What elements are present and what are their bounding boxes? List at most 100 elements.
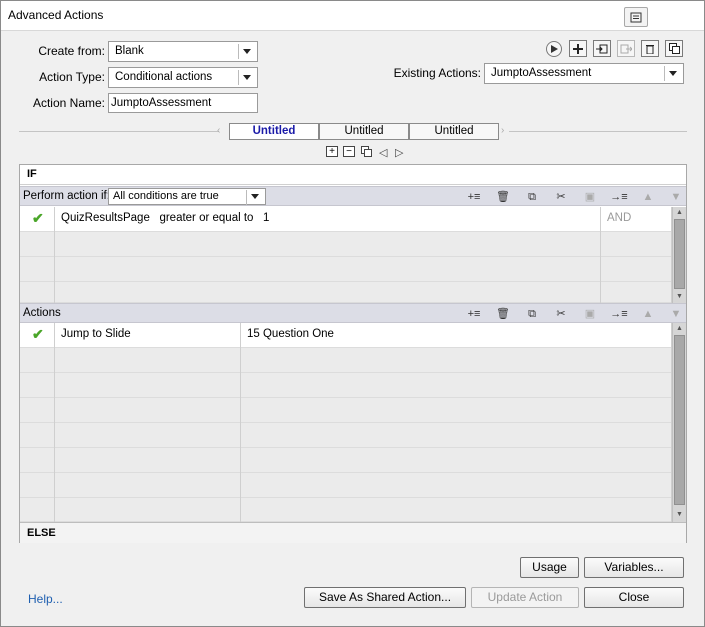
action-cell[interactable]: Jump to Slide xyxy=(55,323,241,348)
tab-decision-2[interactable]: Untitled xyxy=(319,123,409,140)
actions-label: Actions xyxy=(23,307,61,319)
paste-icon[interactable]: ▣ xyxy=(581,189,599,205)
chevron-down-icon xyxy=(251,194,259,199)
action-type-select[interactable]: Conditional actions xyxy=(108,67,258,88)
condition-logic-cell[interactable]: AND xyxy=(601,207,672,232)
decision-tabs: Untitled Untitled Untitled xyxy=(229,123,499,140)
insert-after-icon[interactable]: →≡ xyxy=(610,306,628,322)
scroll-thumb[interactable] xyxy=(674,219,685,289)
update-action-button[interactable]: Update Action xyxy=(471,587,579,608)
existing-actions-label: Existing Actions: xyxy=(393,66,481,80)
create-from-value: Blank xyxy=(115,45,144,57)
insert-row-icon[interactable]: +≡ xyxy=(465,189,483,205)
else-header[interactable]: ELSE xyxy=(20,522,686,543)
move-up-icon[interactable]: ▲ xyxy=(639,189,657,205)
insert-after-icon[interactable]: →≡ xyxy=(610,189,628,205)
conditions-panel: IF Perform action if: All conditions are… xyxy=(19,164,687,543)
table-row[interactable] xyxy=(20,473,672,498)
actions-bar: Actions +≡ 🗑 ⧉ ✂ ▣ →≡ ▲ ▼ xyxy=(20,303,686,323)
table-row[interactable] xyxy=(20,257,672,282)
condition-value: 1 xyxy=(263,212,270,224)
title-bar: Advanced Actions xyxy=(1,1,704,31)
perform-action-label: Perform action if: xyxy=(23,190,110,202)
paste-icon[interactable]: ▣ xyxy=(581,306,599,322)
copy-icon[interactable]: ⧉ xyxy=(523,306,541,322)
scroll-down-icon[interactable]: ▼ xyxy=(676,511,683,518)
copy-icon[interactable]: ⧉ xyxy=(523,189,541,205)
action-type-value: Conditional actions xyxy=(115,71,213,83)
trash-icon[interactable]: 🗑 xyxy=(494,306,512,322)
table-row[interactable] xyxy=(20,373,672,398)
insert-row-icon[interactable]: +≡ xyxy=(465,306,483,322)
existing-actions-select[interactable]: JumptoAssessment xyxy=(484,63,684,84)
action-target-cell[interactable]: 15 Question One xyxy=(241,323,672,348)
import-icon[interactable] xyxy=(593,40,611,57)
table-row[interactable] xyxy=(20,448,672,473)
trash-icon[interactable]: 🗑 xyxy=(494,189,512,205)
action-name-label: Action Name: xyxy=(32,96,105,110)
tab-scroll-left-icon[interactable]: ‹ xyxy=(217,125,220,136)
chevron-down-icon xyxy=(243,75,251,80)
create-from-label: Create from: xyxy=(38,44,105,58)
if-scrollbar[interactable]: ▲ ▼ xyxy=(672,207,686,303)
delete-icon[interactable] xyxy=(641,40,659,57)
if-header: IF xyxy=(20,165,686,185)
action-type-label: Action Type: xyxy=(39,70,105,84)
close-button[interactable]: Close xyxy=(584,587,684,608)
condition-cell[interactable]: QuizResultsPage greater or equal to 1 xyxy=(55,207,601,232)
scroll-thumb[interactable] xyxy=(674,335,685,505)
add-icon[interactable] xyxy=(569,40,587,57)
panel-menu-icon[interactable] xyxy=(624,7,648,27)
perform-action-bar: Perform action if: All conditions are tr… xyxy=(20,186,686,206)
table-row[interactable]: ✔ Jump to Slide 15 Question One xyxy=(20,323,672,348)
help-link[interactable]: Help... xyxy=(28,592,63,606)
divider xyxy=(19,131,219,132)
add-decision-icon[interactable]: + xyxy=(326,146,338,157)
variables-button[interactable]: Variables... xyxy=(584,557,684,578)
remove-decision-icon[interactable]: − xyxy=(343,146,355,157)
condition-variable: QuizResultsPage xyxy=(61,212,150,224)
tab-scroll-right-icon[interactable]: › xyxy=(501,125,504,136)
condition-operator: greater or equal to xyxy=(159,212,254,224)
table-row[interactable] xyxy=(20,498,672,522)
tab-decision-1[interactable]: Untitled xyxy=(229,123,319,140)
table-row[interactable] xyxy=(20,348,672,373)
checkmark-icon: ✔ xyxy=(32,326,44,342)
move-right-icon[interactable]: ▷ xyxy=(395,146,403,159)
existing-actions-value: JumptoAssessment xyxy=(491,67,592,79)
move-down-icon[interactable]: ▼ xyxy=(667,189,685,205)
tab-decision-3[interactable]: Untitled xyxy=(409,123,499,140)
copy-decision-icon[interactable] xyxy=(361,146,373,157)
advanced-actions-dialog: Advanced Actions Create from: Blank Acti… xyxy=(0,0,705,627)
chevron-down-icon xyxy=(243,49,251,54)
move-left-icon[interactable]: ◁ xyxy=(379,146,387,159)
table-row[interactable]: ✔ QuizResultsPage greater or equal to 1 … xyxy=(20,207,672,232)
table-row[interactable] xyxy=(20,423,672,448)
save-shared-action-button[interactable]: Save As Shared Action... xyxy=(304,587,466,608)
export-icon[interactable] xyxy=(617,40,635,57)
row-status-cell: ✔ xyxy=(20,207,55,232)
condition-mode-select[interactable]: All conditions are true xyxy=(108,188,266,205)
chevron-down-icon xyxy=(669,71,677,76)
create-from-select[interactable]: Blank xyxy=(108,41,258,62)
table-row[interactable] xyxy=(20,282,672,303)
scissors-icon[interactable]: ✂ xyxy=(552,306,570,322)
scroll-down-icon[interactable]: ▼ xyxy=(676,293,683,300)
scroll-up-icon[interactable]: ▲ xyxy=(676,209,683,216)
scissors-icon[interactable]: ✂ xyxy=(552,189,570,205)
move-up-icon[interactable]: ▲ xyxy=(639,306,657,322)
move-down-icon[interactable]: ▼ xyxy=(667,306,685,322)
table-row[interactable] xyxy=(20,398,672,423)
table-row[interactable] xyxy=(20,232,672,257)
usage-button[interactable]: Usage xyxy=(520,557,579,578)
condition-mode-value: All conditions are true xyxy=(113,190,219,202)
play-icon[interactable] xyxy=(546,41,562,57)
row-status-cell: ✔ xyxy=(20,323,55,348)
scroll-up-icon[interactable]: ▲ xyxy=(676,325,683,332)
divider xyxy=(509,131,687,132)
checkmark-icon: ✔ xyxy=(32,210,44,226)
actions-scrollbar[interactable]: ▲ ▼ xyxy=(672,323,686,522)
action-name-input[interactable]: JumptoAssessment xyxy=(108,93,258,113)
duplicate-icon[interactable] xyxy=(665,40,683,57)
window-title: Advanced Actions xyxy=(8,8,104,22)
